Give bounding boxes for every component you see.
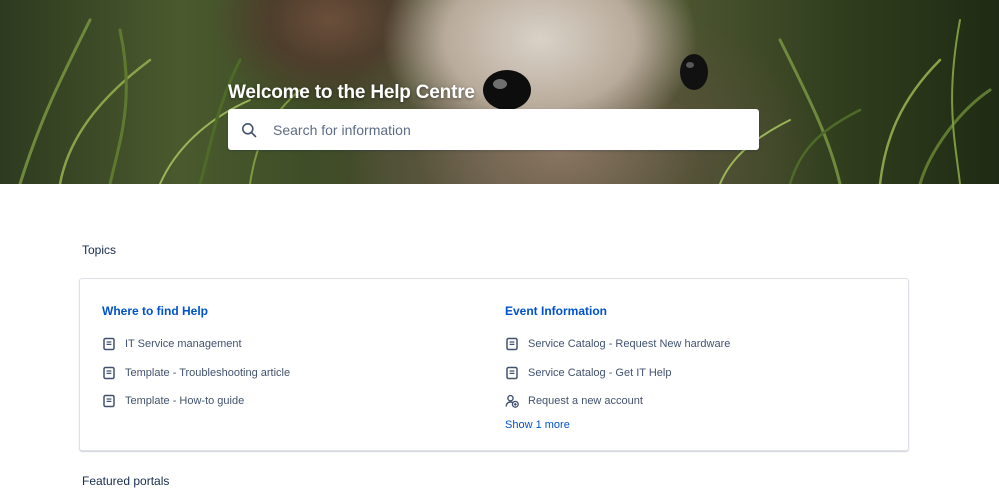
- topic-article-link[interactable]: IT Service management: [102, 330, 290, 359]
- topic-request-link[interactable]: Request a new account: [505, 387, 730, 416]
- topic-article-link[interactable]: Template - How-to guide: [102, 387, 290, 416]
- topic-article-label: Service Catalog - Request New hardware: [528, 338, 731, 351]
- topic-column-where-to-find-help: Where to find Help IT Service management…: [102, 303, 290, 416]
- featured-portals-heading: Featured portals: [82, 474, 170, 488]
- topic-request-label: Request a new account: [528, 395, 643, 408]
- search-icon: [242, 122, 257, 137]
- search-input[interactable]: [271, 120, 735, 139]
- article-icon: [506, 338, 518, 351]
- topic-article-label: Template - Troubleshooting article: [125, 366, 291, 379]
- hero-background-image: [18, 18, 992, 184]
- page-title: Welcome to the Help Centre: [228, 82, 475, 103]
- topic-article-link[interactable]: Service Catalog - Request New hardware: [505, 330, 730, 359]
- topic-article-label: Template - How-to guide: [125, 395, 245, 408]
- topic-title-link[interactable]: Where to find Help: [102, 303, 290, 319]
- topic-article-label: Service Catalog - Get IT Help: [528, 366, 672, 379]
- topics-heading: Topics: [82, 243, 117, 257]
- topic-article-link[interactable]: Service Catalog - Get IT Help: [505, 359, 730, 388]
- article-icon: [103, 395, 115, 408]
- article-icon: [103, 338, 115, 351]
- search-box[interactable]: [228, 109, 759, 150]
- add-user-icon: [505, 395, 519, 409]
- show-more-link[interactable]: Show 1 more: [505, 419, 730, 431]
- topic-article-link[interactable]: Template - Troubleshooting article: [102, 359, 290, 388]
- topics-card: Where to find Help IT Service management…: [79, 278, 909, 451]
- topic-column-event-information: Event Information Service Catalog - Requ…: [505, 303, 730, 431]
- article-icon: [506, 366, 518, 379]
- topic-article-label: IT Service management: [125, 338, 242, 351]
- article-icon: [103, 366, 115, 379]
- topic-title-link[interactable]: Event Information: [505, 303, 730, 319]
- hero-banner: Welcome to the Help Centre: [0, 0, 999, 184]
